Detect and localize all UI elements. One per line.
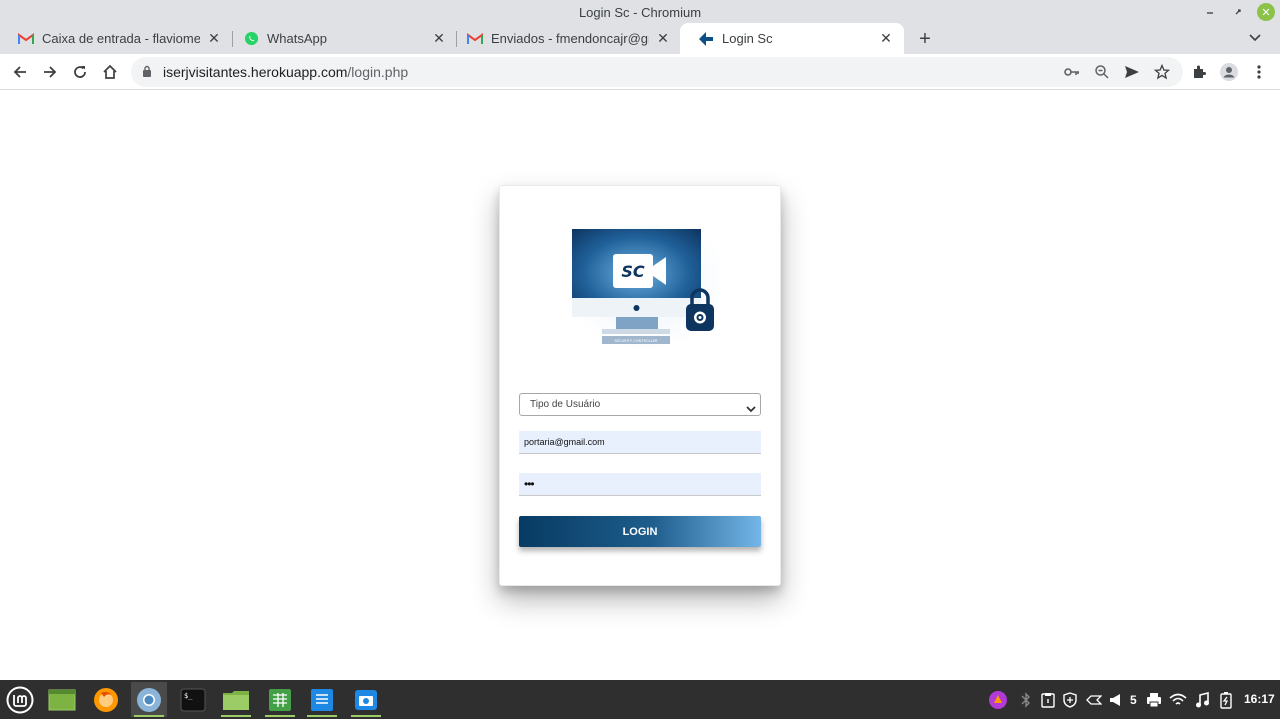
reload-icon[interactable] <box>68 60 92 84</box>
clipboard-icon[interactable] <box>1038 690 1058 710</box>
svg-text:$_: $_ <box>184 692 193 700</box>
maximize-button[interactable] <box>1229 3 1247 21</box>
user-type-selected: Tipo de Usuário <box>530 399 601 410</box>
close-window-button[interactable]: ✕ <box>1257 3 1275 21</box>
tab-gmail-sent[interactable]: Enviados - fmendoncajr@gmail.com ✕ <box>449 23 681 54</box>
gmail-icon <box>18 31 34 47</box>
active-indicator <box>221 715 251 717</box>
tab-login-sc[interactable]: Login Sc ✕ <box>680 23 904 54</box>
wifi-icon[interactable] <box>1168 690 1188 710</box>
url-text: iserjvisitantes.herokuapp.com/login.php <box>163 64 408 80</box>
url-domain: iserjvisitantes.herokuapp.com <box>163 64 348 80</box>
login-button[interactable]: LOGIN <box>519 516 761 547</box>
mintupdate-icon[interactable] <box>988 690 1008 710</box>
address-bar[interactable]: iserjvisitantes.herokuapp.com/login.php <box>131 57 1183 87</box>
url-path: /login.php <box>347 64 409 80</box>
shield-icon[interactable] <box>1060 690 1080 710</box>
menu-kebab-icon[interactable] <box>1247 60 1271 84</box>
firefox-icon[interactable] <box>88 682 124 717</box>
battery-icon[interactable] <box>1216 690 1236 710</box>
gmail-icon <box>467 31 483 47</box>
forward-icon[interactable] <box>38 60 62 84</box>
tab-label: Login Sc <box>722 31 773 46</box>
active-indicator <box>134 715 164 717</box>
close-tab-icon[interactable]: ✕ <box>206 30 222 47</box>
password-field[interactable]: ••• <box>519 473 761 496</box>
window-title: Login Sc - Chromium <box>578 5 702 20</box>
notifications-indicator[interactable]: 5 <box>1108 690 1140 710</box>
app-icon <box>698 31 714 47</box>
home-icon[interactable] <box>98 60 122 84</box>
writer-icon[interactable] <box>304 682 340 717</box>
login-card: SC SECURITY CONTROLLER Tipo de Usuário p… <box>499 185 781 586</box>
taskbar: $_ 5 16:17 <box>0 680 1280 719</box>
tab-search-icon[interactable] <box>1245 28 1265 48</box>
user-type-select[interactable]: Tipo de Usuário <box>519 393 761 416</box>
network-vpn-icon[interactable] <box>1084 690 1104 710</box>
whatsapp-icon <box>243 31 259 47</box>
chromium-icon[interactable] <box>131 682 167 717</box>
show-desktop-icon[interactable] <box>44 682 80 717</box>
security-controller-logo: SC SECURITY CONTROLLER <box>570 226 720 351</box>
profile-avatar-icon[interactable] <box>1217 60 1241 84</box>
music-note-icon[interactable] <box>1192 690 1212 710</box>
bookmark-star-icon[interactable] <box>1152 62 1172 82</box>
tab-label: Enviados - fmendoncajr@gmail.com <box>491 31 649 46</box>
browser-toolbar: iserjvisitantes.herokuapp.com/login.php <box>0 54 1280 90</box>
files-icon[interactable] <box>218 682 254 717</box>
tab-label: WhatsApp <box>267 31 327 46</box>
lock-icon[interactable] <box>142 65 152 83</box>
bluetooth-icon[interactable] <box>1016 690 1036 710</box>
logo-text: SC <box>621 262 645 281</box>
browser-titlebar: Login Sc - Chromium ✕ Caixa de entrada -… <box>0 0 1280 54</box>
active-indicator <box>307 715 337 717</box>
chevron-down-icon <box>746 400 756 421</box>
close-tab-icon[interactable]: ✕ <box>655 30 671 47</box>
terminal-icon[interactable]: $_ <box>175 682 211 717</box>
key-icon[interactable] <box>1062 62 1082 82</box>
logo-caption: SECURITY CONTROLLER <box>614 339 658 343</box>
active-indicator <box>265 715 295 717</box>
tab-whatsapp[interactable]: WhatsApp ✕ <box>225 23 457 54</box>
page-content: SC SECURITY CONTROLLER Tipo de Usuário p… <box>0 90 1280 680</box>
tab-gmail-inbox[interactable]: Caixa de entrada - flaviomendonca ✕ <box>0 23 232 54</box>
close-tab-icon[interactable]: ✕ <box>431 30 447 47</box>
screenshot-icon[interactable] <box>348 682 384 717</box>
extensions-icon[interactable] <box>1187 60 1211 84</box>
clock[interactable]: 16:17 <box>1244 692 1275 706</box>
tab-label: Caixa de entrada - flaviomendonca <box>42 31 200 46</box>
notification-count: 5 <box>1130 693 1137 707</box>
email-field[interactable]: portaria@gmail.com <box>519 431 761 454</box>
new-tab-button[interactable]: + <box>914 28 936 50</box>
active-indicator <box>351 715 381 717</box>
close-tab-icon[interactable]: ✕ <box>878 30 894 47</box>
back-icon[interactable] <box>8 60 32 84</box>
mint-menu-icon[interactable] <box>2 682 38 717</box>
printer-icon[interactable] <box>1144 690 1164 710</box>
megaphone-icon <box>1110 694 1120 706</box>
minimize-button[interactable] <box>1201 3 1219 21</box>
spreadsheet-icon[interactable] <box>262 682 298 717</box>
zoom-icon[interactable] <box>1092 62 1112 82</box>
send-icon[interactable] <box>1122 62 1142 82</box>
